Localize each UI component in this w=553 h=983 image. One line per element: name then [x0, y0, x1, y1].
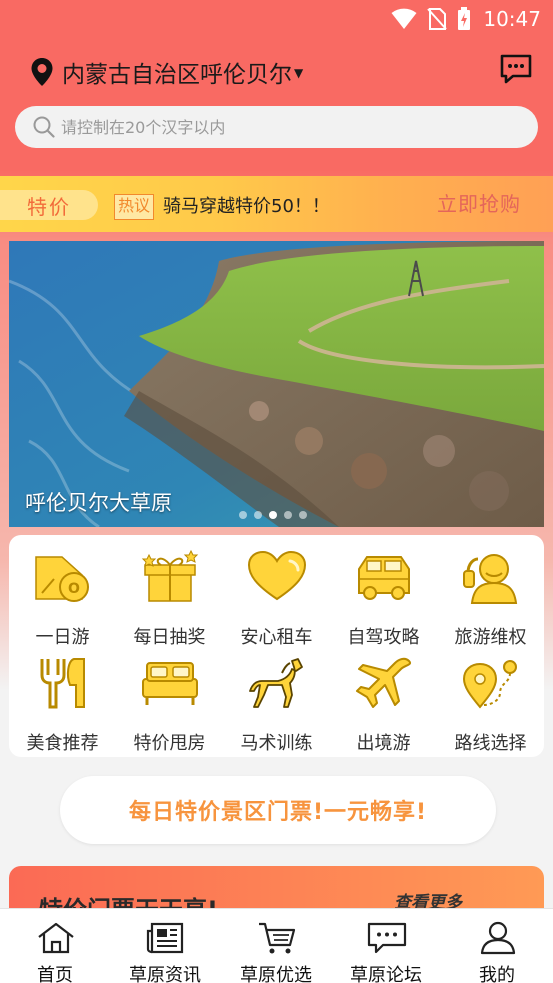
menu-item-cheap-rooms[interactable]: 特价甩房: [116, 647, 223, 754]
menu-label: 路线选择: [454, 733, 527, 754]
carousel-dot[interactable]: [284, 511, 292, 519]
location-selector[interactable]: 内蒙古自治区呼伦贝尔 ▼: [30, 54, 303, 90]
clock: 10:47: [483, 7, 541, 31]
tab-selection[interactable]: 草原优选: [221, 909, 331, 983]
menu-item-equestrian[interactable]: 马术训练: [223, 647, 330, 754]
heart-icon: [247, 550, 307, 601]
tab-label: 我的: [479, 965, 515, 983]
airplane-icon: [356, 657, 411, 708]
message-icon[interactable]: [499, 53, 533, 85]
ticket-icon: O: [35, 556, 89, 602]
menu-label: 马术训练: [240, 733, 313, 754]
banner-carousel[interactable]: 呼伦贝尔大草原: [9, 241, 544, 527]
menu-label: 美食推荐: [26, 733, 99, 754]
gift-icon: [141, 549, 199, 602]
menu-item-route-selection[interactable]: 路线选择: [437, 647, 544, 754]
menu-label: 旅游维权: [454, 627, 527, 648]
user-icon: [480, 921, 516, 955]
carousel-dot-active[interactable]: [269, 511, 277, 519]
menu-item-outbound-travel[interactable]: 出境游: [330, 647, 437, 754]
hot-tag: 热议: [114, 194, 155, 220]
battery-icon: [458, 7, 471, 30]
special-price-badge: 特价: [0, 190, 98, 220]
bottom-tab-bar: 首页 草原资讯 草原优选 草原论坛 我的: [0, 908, 553, 983]
cutlery-icon: [40, 658, 85, 709]
carousel-indicator: [239, 511, 307, 519]
tab-label: 草原资讯: [129, 965, 201, 983]
category-grid: O 一日游 每日抽奖 安心租车 自驾攻略 旅游维权 美食推荐 特价甩房 马术训练…: [9, 535, 544, 757]
search-icon: [33, 116, 55, 138]
search-box[interactable]: [15, 106, 538, 148]
menu-label: 每日抽奖: [133, 627, 206, 648]
menu-label: 一日游: [35, 627, 90, 648]
daily-ticket-banner[interactable]: 每日特价景区门票!一元畅享!: [60, 776, 496, 844]
svg-text:O: O: [68, 581, 80, 597]
banner-image: [9, 241, 544, 527]
menu-label: 特价甩房: [133, 733, 206, 754]
menu-item-day-trip[interactable]: O 一日游: [9, 541, 116, 648]
tab-home[interactable]: 首页: [0, 909, 110, 983]
buy-now-button[interactable]: 立即抢购: [437, 190, 521, 218]
menu-item-food[interactable]: 美食推荐: [9, 647, 116, 754]
search-input[interactable]: [61, 117, 491, 137]
banner-caption: 呼伦贝尔大草原: [25, 491, 172, 515]
menu-label: 出境游: [356, 733, 411, 754]
promo-headline[interactable]: 骑马穿越特价50！！: [163, 194, 330, 220]
menu-label: 安心租车: [240, 627, 313, 648]
support-icon: [463, 554, 518, 604]
tab-forum[interactable]: 草原论坛: [331, 909, 441, 983]
menu-item-driving-guide[interactable]: 自驾攻略: [330, 541, 437, 648]
car-icon: [358, 556, 410, 600]
location-text: 内蒙古自治区呼伦贝尔: [62, 62, 292, 88]
horse-icon: [249, 658, 303, 708]
status-bar: 10:47: [0, 0, 553, 38]
caret-down-icon: ▼: [294, 66, 304, 80]
carousel-dot[interactable]: [239, 511, 247, 519]
tab-label: 草原论坛: [350, 965, 422, 983]
carousel-dot[interactable]: [254, 511, 262, 519]
menu-item-car-rental[interactable]: 安心租车: [223, 541, 330, 648]
tab-profile[interactable]: 我的: [442, 909, 552, 983]
cart-icon: [259, 922, 296, 954]
tab-label: 首页: [37, 965, 73, 983]
menu-label: 自驾攻略: [347, 627, 420, 648]
forum-icon: [367, 922, 407, 954]
home-icon: [38, 922, 74, 954]
tab-news[interactable]: 草原资讯: [110, 909, 220, 983]
no-sim-icon: [427, 8, 448, 30]
menu-item-daily-lottery[interactable]: 每日抽奖: [116, 541, 223, 648]
location-pin-icon: [31, 58, 53, 86]
route-icon: [462, 660, 517, 709]
menu-item-travel-rights[interactable]: 旅游维权: [437, 541, 544, 648]
carousel-dot[interactable]: [299, 511, 307, 519]
wifi-icon: [391, 8, 417, 29]
bed-icon: [142, 662, 198, 705]
news-icon: [146, 922, 184, 954]
tab-label: 草原优选: [240, 965, 312, 983]
